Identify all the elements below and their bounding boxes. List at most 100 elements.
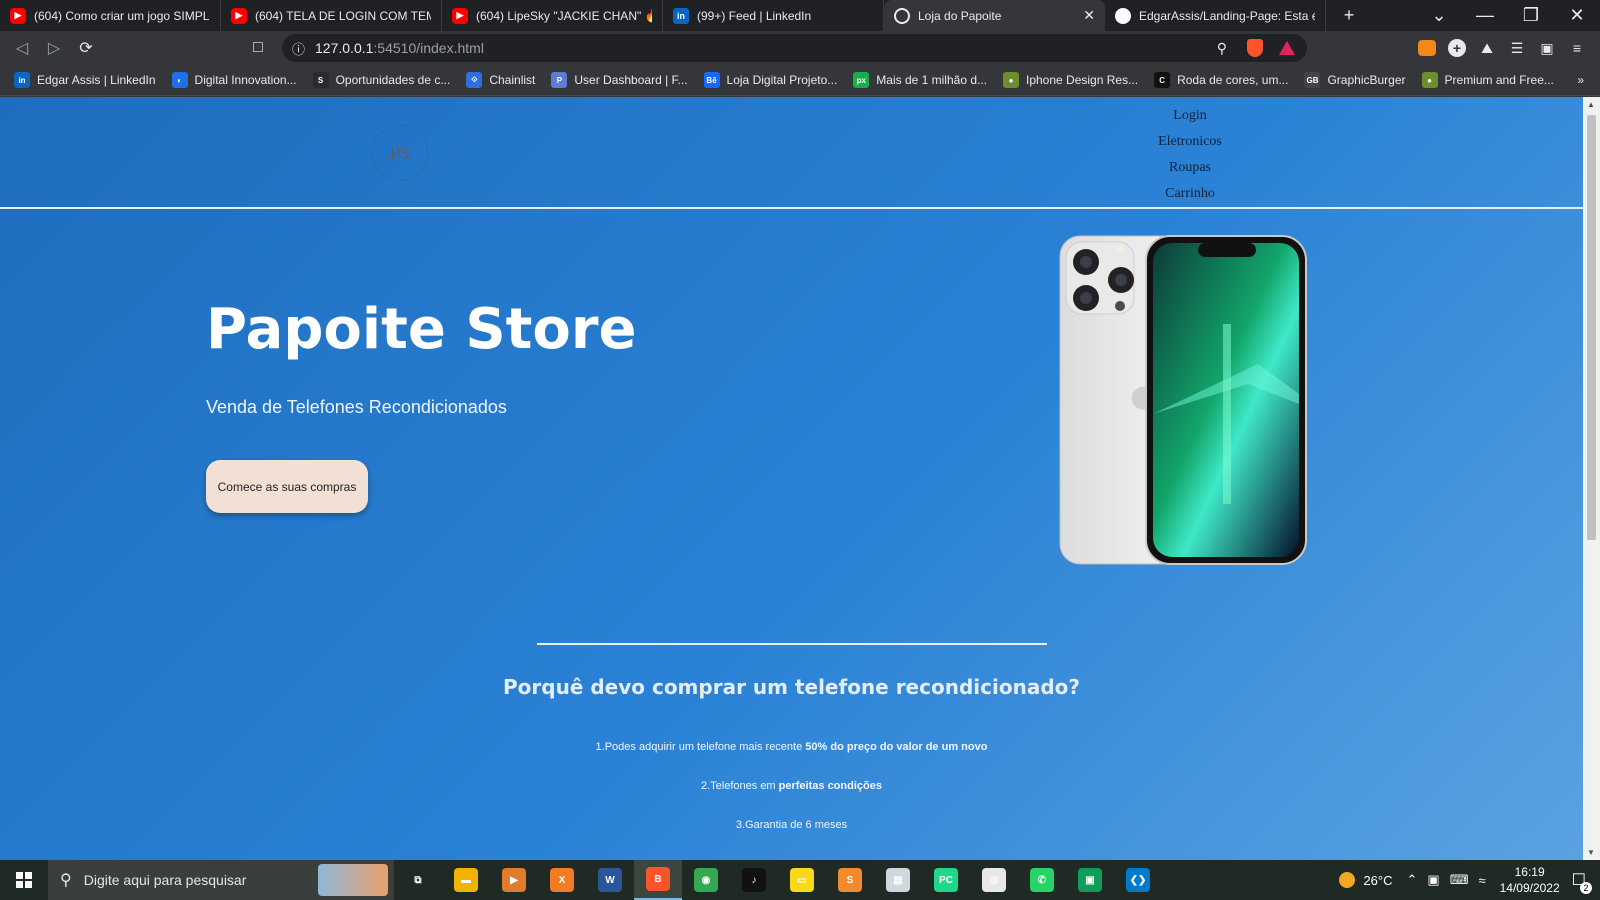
bookmark-10[interactable]: GB GraphicBurger [1304, 72, 1406, 88]
address-bar[interactable]: ⓘ 127.0.0.1:54510/index.html ⚲ [282, 34, 1307, 62]
taskbar-task-view[interactable]: ⧉ [394, 860, 442, 900]
tab-2[interactable]: ▶ (604) TELA DE LOGIN COM TEMA D [221, 0, 442, 31]
brave-shields-icon[interactable] [1247, 39, 1263, 57]
tab-1[interactable]: ▶ (604) Como criar um jogo SIMPLES [0, 0, 221, 31]
taskbar-file-explorer[interactable]: ▬ [442, 860, 490, 900]
taskbar-word[interactable]: W [586, 860, 634, 900]
bookmark-label: GraphicBurger [1327, 73, 1406, 87]
wifi-icon[interactable]: ≈ [1478, 873, 1485, 888]
reason-3: 3.Garantia de 6 meses [0, 819, 1583, 831]
taskbar-brave[interactable]: B [634, 860, 682, 900]
bookmark-favicon-icon: px [853, 72, 870, 88]
youtube-icon: ▶ [10, 7, 26, 24]
nav-link-login[interactable]: Login [1140, 103, 1240, 129]
bookmark-9[interactable]: C Roda de cores, um... [1154, 72, 1288, 88]
metamask-icon[interactable] [1412, 33, 1442, 63]
taskbar-vscode[interactable]: ❮❯ [1114, 860, 1162, 900]
vscode-icon: ❮❯ [1126, 868, 1150, 892]
word-icon: W [598, 868, 622, 892]
tray-chevron-icon[interactable]: ⌃ [1406, 872, 1417, 888]
minimize-icon[interactable]: — [1462, 0, 1508, 31]
taskbar-sublime-text[interactable]: S [826, 860, 874, 900]
taskbar-app-circle[interactable]: ◎ [970, 860, 1018, 900]
start-button[interactable] [0, 860, 48, 900]
meet-icon[interactable]: ▣ [1427, 872, 1439, 888]
iphone-image: ● [1059, 235, 1307, 565]
start-shopping-button[interactable]: Comece as suas compras [206, 460, 368, 513]
bookmark-7[interactable]: px Mais de 1 milhão d... [853, 72, 987, 88]
bookmark-8[interactable]: ● Iphone Design Res... [1003, 72, 1138, 88]
tab-search-icon[interactable]: ⌄ [1416, 0, 1462, 31]
taskbar-chrome[interactable]: ◉ [682, 860, 730, 900]
restore-icon[interactable]: ❐ [1508, 0, 1554, 31]
tab-4[interactable]: in (99+) Feed | LinkedIn [663, 0, 884, 31]
taskbar-printer[interactable]: ▤ [874, 860, 922, 900]
taskbar-pycharm[interactable]: PC [922, 860, 970, 900]
bookmark-label: Iphone Design Res... [1026, 73, 1139, 87]
printer-icon: ▤ [886, 868, 910, 892]
bookmarks-overflow-icon[interactable]: » [1577, 73, 1584, 87]
bookmark-page-icon[interactable]: □ [242, 32, 274, 64]
youtube-icon: ▶ [231, 7, 247, 24]
taskbar-tiktok[interactable]: ♪ [730, 860, 778, 900]
whatsapp-icon: ✆ [1030, 868, 1054, 892]
file-explorer-icon: ▬ [454, 868, 478, 892]
bookmark-favicon-icon: ● [1003, 72, 1019, 88]
search-highlight-icon [318, 864, 388, 896]
bookmark-3[interactable]: S Oportunidades de c... [312, 72, 450, 88]
bookmark-favicon-icon: S [312, 72, 329, 88]
store-logo[interactable]: PS [372, 125, 428, 181]
taskbar-xampp[interactable]: X [538, 860, 586, 900]
tab-5[interactable]: Loja do Papoite ✕ [884, 0, 1105, 31]
nav-link-eletronicos[interactable]: Eletronicos [1140, 129, 1240, 155]
reason-2: 2.Telefones em perfeitas condições [0, 780, 1583, 792]
tab-6[interactable]: EdgarAssis/Landing-Page: Esta é um [1105, 0, 1326, 31]
taskbar-search[interactable]: ⚲ Digite aqui para pesquisar [48, 860, 394, 900]
new-tab-icon[interactable]: + [1326, 0, 1372, 31]
tab-label: Loja do Papoite [918, 8, 1002, 23]
taskbar-sticky-notes[interactable]: ▭ [778, 860, 826, 900]
system-tray: 26°C ⌃ ▣ ⌨ ≈ 16:19 14/09/2022 ☐ 2 [1339, 860, 1600, 900]
window-close-icon[interactable]: ✕ [1554, 0, 1600, 31]
reason-1: 1.Podes adquirir um telefone mais recent… [0, 741, 1583, 753]
site-info-icon[interactable]: ⓘ [292, 39, 305, 58]
zoom-icon[interactable]: ⚲ [1217, 40, 1227, 57]
language-icon[interactable]: ⌨ [1450, 872, 1469, 888]
taskbar-whatsapp[interactable]: ✆ [1018, 860, 1066, 900]
tab-label: (604) TELA DE LOGIN COM TEMA D [255, 8, 431, 23]
scroll-thumb[interactable] [1587, 115, 1596, 540]
bookmark-label: Mais de 1 milhão d... [876, 73, 987, 87]
broadcast-icon [894, 7, 910, 24]
youtube-icon: ▶ [452, 7, 468, 24]
bookmark-1[interactable]: in Edgar Assis | LinkedIn [14, 72, 156, 88]
back-icon[interactable]: ◁ [6, 32, 38, 64]
site-header: PS Login Eletronicos Roupas Carrinho [0, 97, 1583, 209]
bookmark-2[interactable]: ◐ Digital Innovation... [171, 72, 297, 88]
wallet-icon[interactable]: ▣ [1532, 33, 1562, 63]
weather-temp[interactable]: 26°C [1363, 873, 1392, 888]
taskbar-messages[interactable]: ▣ [1066, 860, 1114, 900]
tab-3[interactable]: ▶ (604) LipeSky "JACKIE CHAN" 🔥 [442, 0, 663, 31]
notification-count: 2 [1580, 882, 1592, 894]
clock[interactable]: 16:19 14/09/2022 [1500, 864, 1560, 896]
scroll-up-icon[interactable]: ▲ [1587, 100, 1595, 109]
bookmark-4[interactable]: ⟐ Chainlist [466, 72, 535, 88]
forward-icon[interactable]: ▷ [38, 32, 70, 64]
extensions-puzzle-icon[interactable]: ⛰ [1472, 33, 1502, 63]
reload-icon[interactable]: ⟳ [70, 32, 102, 64]
bookmark-6[interactable]: Bē Loja Digital Projeto... [703, 72, 837, 88]
notifications-icon[interactable]: ☐ 2 [1572, 870, 1592, 894]
page-scrollbar[interactable]: ▲ ▼ [1583, 97, 1600, 860]
nav-link-roupas[interactable]: Roupas [1140, 155, 1240, 181]
nav-link-carrinho[interactable]: Carrinho [1140, 181, 1240, 207]
weather-icon[interactable] [1339, 872, 1356, 888]
extension-add-icon[interactable]: + [1442, 33, 1472, 63]
tab-close-icon[interactable]: ✕ [1083, 7, 1095, 24]
scroll-down-icon[interactable]: ▼ [1587, 848, 1595, 857]
bookmark-5[interactable]: P User Dashboard | F... [551, 72, 688, 88]
bookmark-11[interactable]: ● Premium and Free... [1421, 72, 1554, 88]
menu-icon[interactable]: ≡ [1562, 33, 1592, 63]
media-queue-icon[interactable]: ☰ [1502, 33, 1532, 63]
brave-rewards-icon[interactable] [1279, 41, 1295, 55]
taskbar-media-player[interactable]: ▶ [490, 860, 538, 900]
